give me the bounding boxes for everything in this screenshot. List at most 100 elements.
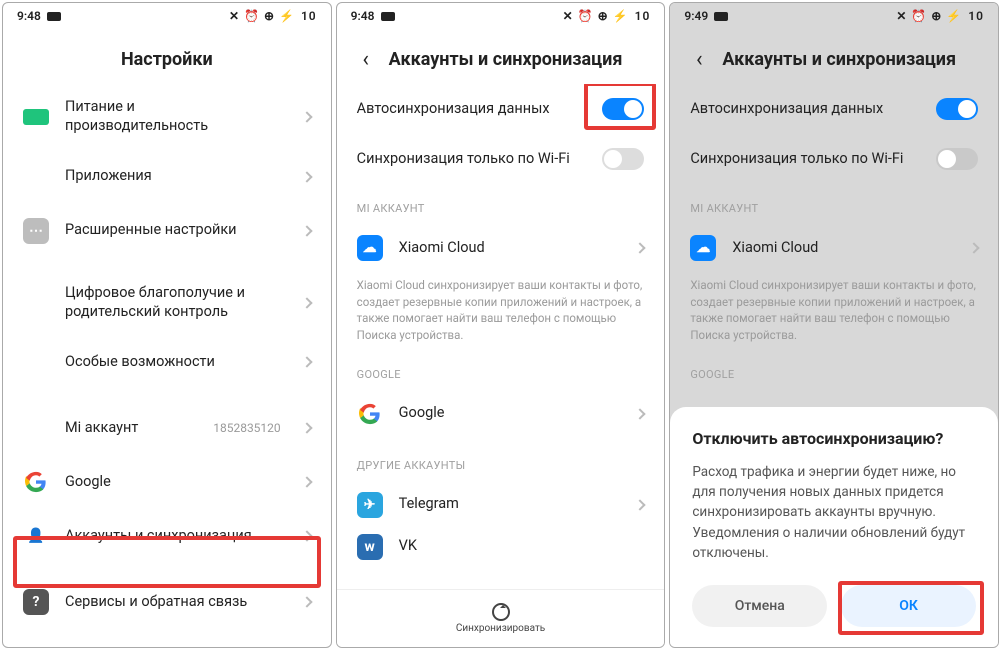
sync-content-dim: Автосинхронизация данных Синхронизация т… xyxy=(670,84,998,647)
settings-list: Питание и производительность ✿ Приложени… xyxy=(3,84,331,647)
row-vk[interactable]: w VK xyxy=(337,532,665,560)
section-mi: MI АККАУНТ xyxy=(670,184,998,221)
clock: 9:49 xyxy=(684,9,708,23)
row-label: VK xyxy=(399,537,645,556)
row-apps[interactable]: ✿ Приложения xyxy=(3,150,331,204)
services-icon: ? xyxy=(23,589,49,615)
sync-icon xyxy=(492,603,510,621)
dialog-body: Расход трафика и энергии будет ниже, но … xyxy=(692,462,976,563)
toggle-wifi-only[interactable] xyxy=(602,148,644,170)
row-label: Сервисы и обратная связь xyxy=(65,593,281,612)
section-other: ДРУГИЕ АККАУНТЫ xyxy=(337,441,665,478)
row-label: Автосинхронизация данных xyxy=(690,100,920,119)
chevron-right-icon xyxy=(301,171,312,182)
cloud-icon: ☁ xyxy=(357,235,383,261)
chevron-right-icon xyxy=(301,225,312,236)
screen-accounts-sync: 9:48 ✕ ⏰ ⊕ ⚡ 10 ‹ Аккаунты и синхронизац… xyxy=(336,2,666,648)
row-label: Питание и производительность xyxy=(65,98,281,136)
row-label: Telegram xyxy=(399,495,615,514)
status-icons: ✕ ⏰ ⊕ ⚡ 10 xyxy=(896,9,984,23)
row-label: Цифровое благополучие и родительский кон… xyxy=(65,284,281,322)
mi-icon: mi xyxy=(23,415,49,441)
chevron-right-icon xyxy=(968,242,979,253)
row-xiaomi-cloud: ☁ Xiaomi Cloud xyxy=(670,221,998,275)
row-label: Mi аккаунт xyxy=(65,419,197,438)
btn-label: Отмена xyxy=(735,598,785,614)
toggle-wifi-only xyxy=(936,148,978,170)
ok-button[interactable]: ОК xyxy=(841,585,976,627)
person-icon: 👤 xyxy=(23,523,49,549)
back-button[interactable]: ‹ xyxy=(357,51,375,69)
cancel-button[interactable]: Отмена xyxy=(692,585,827,627)
chevron-right-icon xyxy=(301,531,312,542)
dialog-title: Отключить автосинхронизацию? xyxy=(692,429,976,448)
status-bar: 9:48 ✕ ⏰ ⊕ ⚡ 10 xyxy=(337,3,665,29)
chevron-right-icon xyxy=(635,408,646,419)
row-power[interactable]: Питание и производительность xyxy=(3,84,331,150)
chevron-right-icon xyxy=(301,357,312,368)
row-label: Расширенные настройки xyxy=(65,221,281,240)
row-value: 1852835120 xyxy=(213,421,280,435)
accessibility-icon: ♞ xyxy=(23,349,49,375)
status-bar: 9:48 ✕ ⏰ ⊕ ⚡ 10 xyxy=(3,3,331,29)
row-mi-account[interactable]: mi Mi аккаунт 1852835120 xyxy=(3,401,331,455)
record-icon xyxy=(381,12,395,21)
row-label: Приложения xyxy=(65,167,281,186)
back-button[interactable]: ‹ xyxy=(690,51,708,69)
chevron-right-icon xyxy=(635,499,646,510)
row-label: Особые возможности xyxy=(65,353,281,372)
row-autosync[interactable]: Автосинхронизация данных xyxy=(337,84,665,134)
row-xiaomi-cloud[interactable]: ☁ Xiaomi Cloud xyxy=(337,221,665,275)
page-title: Настройки xyxy=(121,49,213,70)
chevron-right-icon xyxy=(301,477,312,488)
dots-icon: ⋯ xyxy=(23,218,49,244)
status-bar: 9:49 ✕ ⏰ ⊕ ⚡ 10 xyxy=(670,3,998,29)
mi-cloud-desc: Xiaomi Cloud синхронизирует ваши контакт… xyxy=(670,275,998,350)
btn-label: ОК xyxy=(899,598,918,614)
status-icons: ✕ ⏰ ⊕ ⚡ 10 xyxy=(563,9,651,23)
row-label: Google xyxy=(65,473,281,492)
row-label: Аккаунты и синхронизация xyxy=(65,527,281,546)
status-icons: ✕ ⏰ ⊕ ⚡ 10 xyxy=(229,9,317,23)
chevron-right-icon xyxy=(301,597,312,608)
header: ‹ Аккаунты и синхронизация xyxy=(670,29,998,84)
row-wifi-only[interactable]: Синхронизация только по Wi-Fi xyxy=(337,134,665,184)
cloud-icon: ☁ xyxy=(690,235,716,261)
section-google: GOOGLE xyxy=(337,350,665,387)
row-label: Автосинхронизация данных xyxy=(357,100,587,119)
row-label: Синхронизация только по Wi-Fi xyxy=(357,150,587,169)
row-telegram[interactable]: ✈ Telegram xyxy=(337,478,665,532)
toggle-autosync[interactable] xyxy=(602,98,644,120)
row-wellbeing[interactable]: ❧ Цифровое благополучие и родительский к… xyxy=(3,270,331,336)
row-accounts-sync[interactable]: 👤 Аккаунты и синхронизация xyxy=(3,509,331,563)
screen-settings: 9:48 ✕ ⏰ ⊕ ⚡ 10 Настройки Питание и прои… xyxy=(2,2,332,648)
telegram-icon: ✈ xyxy=(357,492,383,518)
toggle-autosync xyxy=(936,98,978,120)
sync-content: Автосинхронизация данных Синхронизация т… xyxy=(337,84,665,647)
gear-icon: ✿ xyxy=(23,164,49,190)
header: ‹ Аккаунты и синхронизация xyxy=(337,29,665,84)
sync-button[interactable]: Синхронизировать xyxy=(337,589,665,647)
row-autosync: Автосинхронизация данных xyxy=(670,84,998,134)
record-icon xyxy=(714,12,728,21)
page-title: Аккаунты и синхронизация xyxy=(389,49,623,70)
chevron-right-icon xyxy=(301,297,312,308)
vk-icon: w xyxy=(357,534,383,560)
section-mi: MI АККАУНТ xyxy=(337,184,665,221)
row-services[interactable]: ? Сервисы и обратная связь xyxy=(3,575,331,629)
battery-icon xyxy=(23,104,49,130)
chevron-right-icon xyxy=(301,423,312,434)
dialog-buttons: Отмена ОК xyxy=(692,585,976,627)
row-google-acct[interactable]: Google xyxy=(3,455,331,509)
confirm-dialog: Отключить автосинхронизацию? Расход траф… xyxy=(670,407,998,647)
mi-cloud-desc: Xiaomi Cloud синхронизирует ваши контакт… xyxy=(337,275,665,350)
row-accessibility[interactable]: ♞ Особые возможности xyxy=(3,335,331,389)
screen-dialog: 9:49 ✕ ⏰ ⊕ ⚡ 10 ‹ Аккаунты и синхронизац… xyxy=(669,2,999,648)
row-label: Xiaomi Cloud xyxy=(399,239,615,258)
clock: 9:48 xyxy=(351,9,375,23)
row-google[interactable]: Google xyxy=(337,387,665,441)
page-title: Аккаунты и синхронизация xyxy=(722,49,956,70)
row-extra[interactable]: ⋯ Расширенные настройки xyxy=(3,204,331,258)
header: Настройки xyxy=(3,29,331,84)
wellbeing-icon: ❧ xyxy=(23,290,49,316)
